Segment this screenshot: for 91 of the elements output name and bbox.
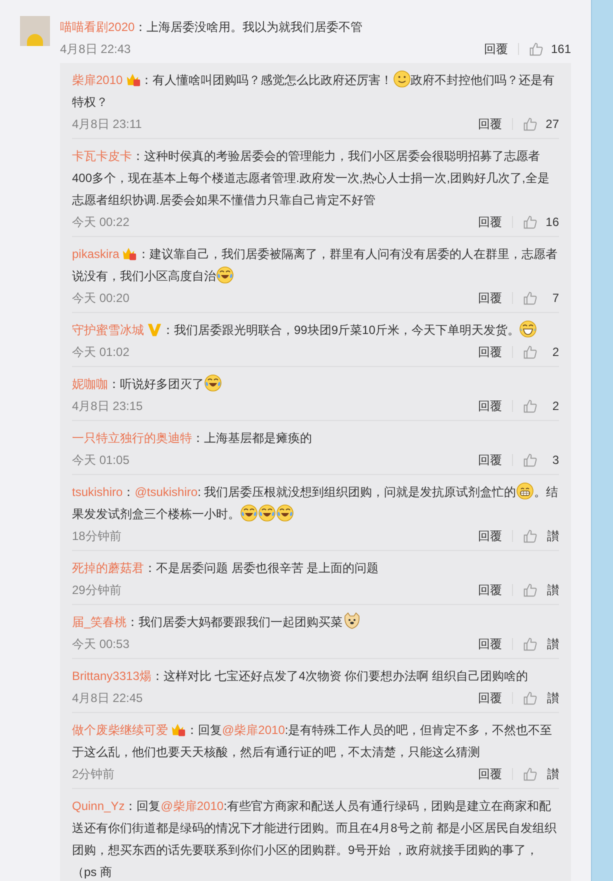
mention-link[interactable]: @柴扉2010 — [160, 799, 224, 813]
verified-icon — [147, 322, 162, 337]
username-link[interactable]: 喵喵看剧2020 — [60, 20, 135, 34]
crown-icon — [122, 246, 138, 261]
comment-text: 喵喵看剧2020：上海居委没啥用。我以为就我们居委不管 — [60, 19, 364, 36]
emoji-icon — [519, 320, 538, 338]
thumbs-up-icon[interactable] — [523, 583, 537, 597]
reply-link[interactable]: 回覆 — [478, 343, 502, 361]
emoji-icon — [516, 482, 534, 500]
timestamp: 18分钟前 — [72, 528, 122, 545]
crown-icon — [171, 722, 186, 737]
like-count: 2 — [551, 398, 559, 415]
comment-text: Quinn_Yz：回复@柴扉2010:有些官方商家和配送人员有通行绿码，团购是建立在商家和配送还有你们街道都是绿码的情况下才能进行团购。而且在4月8号之前 都是小区居民自发组织团购，想买东西的话先要联系到你们小区的团购群。9号开始 ，政府就接手团购的事了，（ps 商 — [72, 798, 558, 881]
timestamp: 今天 00:53 — [72, 636, 130, 653]
timestamp: 4月8日 22:43 — [60, 41, 132, 58]
thumbs-up-icon[interactable] — [523, 291, 537, 305]
timestamp: 29分钟前 — [72, 582, 122, 599]
username-link[interactable]: 卡瓦卡皮卡 — [72, 149, 132, 163]
comment-text: 妮咖咖：听说好多团灭了 — [72, 373, 559, 395]
emoji-icon — [276, 504, 294, 522]
emoji-icon — [342, 612, 361, 630]
username-link[interactable]: 一只特立独行的奥迪特 — [72, 431, 192, 445]
comment-text: pikaskira ：建议靠自己，我们居委被隔离了，群里有人问有没有居委的人在群里，志愿者说没有，我们小区高度自治 — [72, 245, 558, 286]
username-link[interactable]: Brittany3313煬 — [72, 669, 152, 683]
reply-link[interactable]: 回覆 — [478, 397, 502, 415]
comment-text: 柴扉2010 ：有人懂啥叫团购吗？感觉怎么比政府还厉害！ 政府不封控他们吗？还是有特权？ — [72, 69, 559, 113]
comment-text: 做个废柴继续可爱 ：回复@柴扉2010:是有特殊工作人员的吧，但肯定不多，不然也不至于这么乱，他们也要天天核酸，然后有通行证的吧，不太清楚，只能这么猜测 — [72, 721, 554, 761]
like-count: 3 — [551, 452, 559, 469]
timestamp: 今天 01:05 — [72, 452, 130, 469]
username-link[interactable]: pikaskira — [72, 247, 120, 261]
thumbs-up-icon[interactable] — [523, 453, 537, 467]
mention-link[interactable]: @tsukishiro — [134, 485, 198, 499]
timestamp: 今天 00:20 — [72, 290, 130, 307]
comment-text: 卡瓦卡皮卡：这种时侯真的考验居委会的管理能力，我们小区居委会很聪明招募了志愿者400多个，现在基本上每个楼道志愿者管理.政府发一次,热心人士捐一次,团购好几次了,全是志愿者组织协调.居委会如果不懂借力只靠自己肯定不好管 — [72, 148, 550, 209]
thumbs-up-icon[interactable] — [523, 117, 537, 131]
thumbs-up-icon[interactable] — [523, 345, 537, 359]
timestamp: 4月8日 23:15 — [72, 398, 144, 415]
like-count: 讃 — [546, 766, 559, 783]
thumbs-up-icon[interactable] — [528, 42, 543, 56]
timestamp: 4月8日 23:11 — [72, 116, 143, 133]
comment-text: 一只特立独行的奥迪特：上海基层都是瘫痪的 — [72, 430, 313, 447]
username-link[interactable]: 做个废柴继续可爱 — [72, 723, 168, 737]
crown-icon — [126, 72, 141, 87]
scrollbar[interactable] — [591, 0, 613, 881]
username-link[interactable]: 守护蜜雪冰城 — [72, 323, 144, 337]
thumbs-up-icon[interactable] — [523, 767, 537, 781]
like-count: 27 — [545, 116, 559, 133]
emoji-icon — [204, 374, 222, 392]
reply-link[interactable]: 回覆 — [478, 635, 502, 653]
timestamp: 今天 00:22 — [72, 214, 130, 231]
reply-link[interactable]: 回覆 — [478, 765, 502, 783]
reply-link[interactable]: 回覆 — [478, 289, 502, 307]
emoji-icon — [392, 70, 411, 88]
reply-link[interactable]: 回覆 — [478, 115, 502, 133]
like-count: 讃 — [546, 582, 559, 599]
reply-link[interactable]: 回覆 — [478, 689, 502, 707]
comment-text: 死掉的蘑菇君：不是居委问题 居委也很辛苦 是上面的问题 — [72, 560, 380, 577]
timestamp: 4月8日 22:45 — [72, 690, 144, 707]
thumbs-up-icon[interactable] — [523, 691, 537, 705]
thumbs-up-icon[interactable] — [523, 399, 537, 413]
thumbs-up-icon[interactable] — [523, 637, 537, 651]
reply-link[interactable]: 回覆 — [478, 581, 502, 599]
username-link[interactable]: Quinn_Yz — [72, 799, 125, 813]
username-link[interactable]: 死掉的蘑菇君 — [72, 561, 144, 575]
username-link[interactable]: 届_笑春桃 — [72, 615, 127, 629]
like-count: 161 — [550, 41, 571, 58]
emoji-icon — [258, 504, 276, 522]
like-count: 7 — [551, 290, 559, 307]
reply-link[interactable]: 回覆 — [478, 527, 502, 545]
like-count: 16 — [545, 214, 559, 231]
reply-link[interactable]: 回覆 — [478, 213, 502, 231]
comment-text: 届_笑春桃：我们居委大妈都要跟我们一起团购买菜 — [72, 611, 559, 633]
username-link[interactable]: 柴扉2010 — [72, 73, 123, 87]
like-count: 2 — [551, 344, 559, 361]
mention-link[interactable]: @柴扉2010 — [222, 723, 285, 737]
like-count: 讃 — [546, 690, 559, 707]
timestamp: 2分钟前 — [72, 766, 116, 783]
like-count: 讃 — [546, 528, 559, 545]
emoji-icon — [240, 504, 258, 522]
username-link[interactable]: 妮咖咖 — [72, 377, 108, 391]
timestamp: 今天 01:02 — [72, 344, 130, 361]
thumbs-up-icon[interactable] — [523, 529, 537, 543]
comment-text: tsukishiro：@tsukishiro: 我们居委压根就没想到组织团购，问就是发抗原试剂盒忙的 。结果发发试剂盒三个楼栋一小时。 — [72, 481, 559, 525]
emoji-icon — [216, 266, 234, 284]
comment-text: 守护蜜雪冰城 ：我们居委跟光明联合，99块团9斤菜10斤米，今天下单明天发货。 — [72, 319, 559, 341]
username-link[interactable]: tsukishiro — [72, 485, 123, 499]
like-count: 讃 — [546, 636, 559, 653]
comment-text: Brittany3313煬：这样对比 七宝还好点发了4次物资 你们要想办法啊 组织自己团购啥的 — [72, 668, 530, 685]
reply-link[interactable]: 回覆 — [478, 451, 502, 469]
reply-link[interactable]: 回覆 — [484, 40, 508, 58]
thumbs-up-icon[interactable] — [523, 215, 537, 229]
